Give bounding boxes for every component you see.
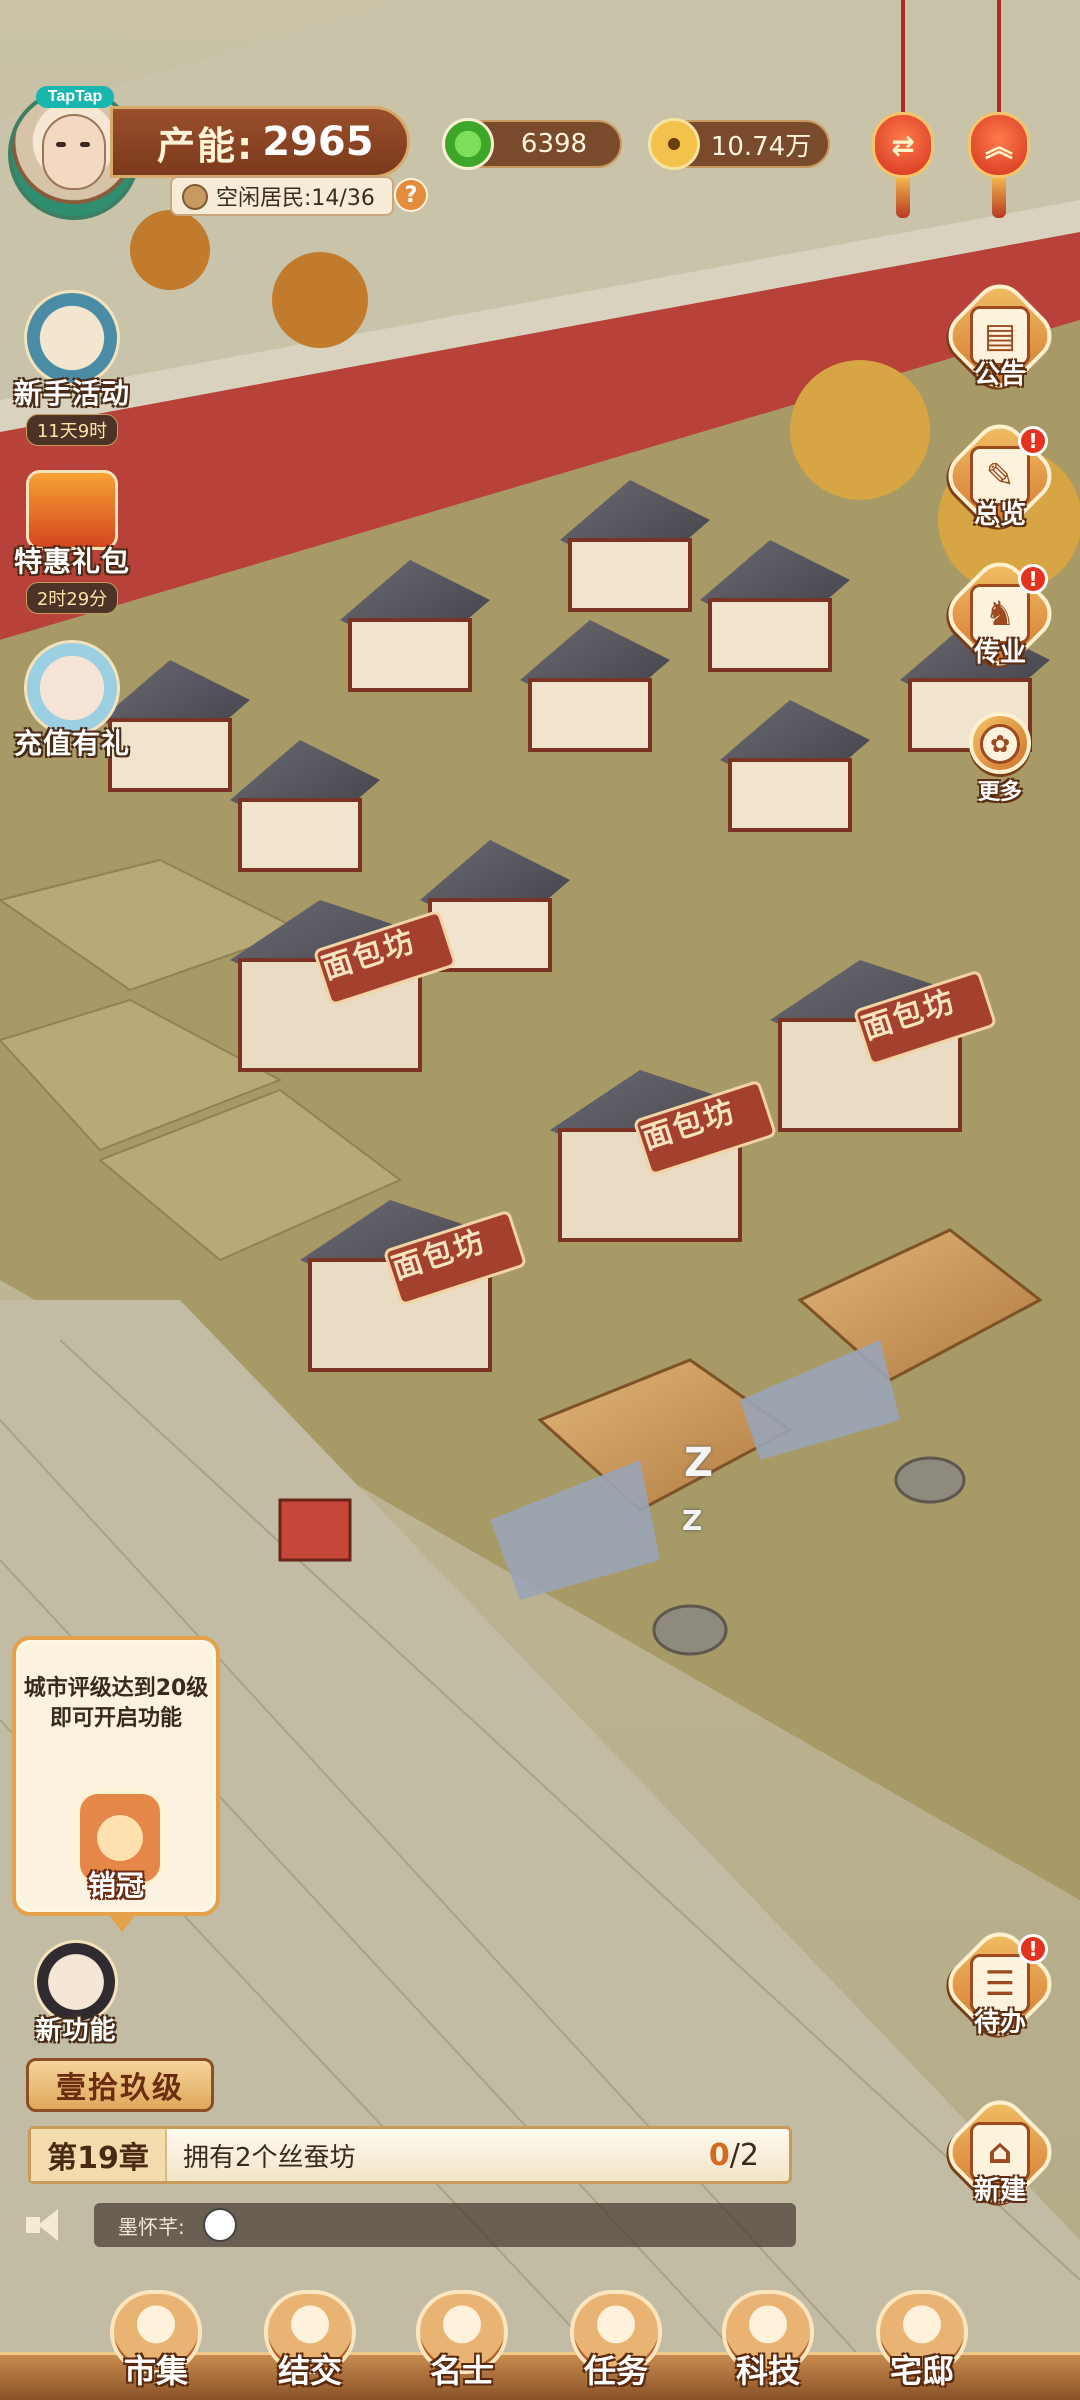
idle-residents-text: 空闲居民:14/36 xyxy=(216,186,375,211)
avatar-face xyxy=(42,114,106,190)
task-progress-total: /2 xyxy=(729,2137,759,2173)
new-feature-button[interactable]: 新功能 xyxy=(16,1940,136,2047)
newbie-event-timer: 11天9时 xyxy=(25,414,119,446)
chapter-label: 第19章 xyxy=(31,2129,167,2181)
avatar-eye xyxy=(80,142,90,147)
lantern-string xyxy=(901,0,905,120)
coin-amount: 10.74万 xyxy=(710,131,812,162)
nav-label: 任务 xyxy=(583,2352,648,2390)
chat-message[interactable]: 墨怀芊: xyxy=(94,2203,796,2247)
bottom-nav: 市集 结交 名士 任务 科技 宅邸 xyxy=(0,2290,1080,2400)
todo-label: 待办 xyxy=(973,2008,1026,2038)
flower-icon: ✿ xyxy=(980,724,1020,764)
alert-badge: ! xyxy=(1018,564,1048,594)
alert-badge: ! xyxy=(1018,1934,1048,1964)
lantern-tassel xyxy=(896,178,910,218)
card-pointer xyxy=(108,1914,136,1932)
inherit-button[interactable]: ! ♞ 传业 xyxy=(937,551,1063,677)
overview-button[interactable]: ! ✎ 总览 xyxy=(937,413,1063,539)
nav-label: 科技 xyxy=(735,2352,800,2390)
gift-chest-icon xyxy=(26,470,118,550)
jade-currency[interactable]: 6398 xyxy=(442,118,622,170)
locked-feature-card[interactable]: 城市评级达到20级 即可开启功能 销冠 xyxy=(12,1636,220,1932)
swap-lantern-button[interactable]: ⇄ xyxy=(868,0,938,220)
special-pack-button[interactable]: 特惠礼包 2时29分 xyxy=(8,470,136,614)
notice-button[interactable]: ▤ 公告 xyxy=(937,273,1063,399)
city-level-badge[interactable]: 壹拾玖级 xyxy=(26,2058,214,2112)
production-value: 2965 xyxy=(262,119,374,165)
chapter-task-bar[interactable]: 第19章 拥有2个丝蚕坊 0/2 xyxy=(28,2126,792,2184)
swap-icon: ⇄ xyxy=(872,112,934,178)
locked-feature-requirement: 城市评级达到20级 xyxy=(23,1676,209,1701)
lantern-tassel xyxy=(992,178,1006,218)
chat-speaker-name: 墨怀芊: xyxy=(118,2214,185,2239)
sleep-icon: Z xyxy=(684,1440,714,1486)
locked-feature-hint: 即可开启功能 xyxy=(49,1706,182,1731)
nav-friends[interactable]: 结交 xyxy=(250,2290,370,2400)
special-pack-label: 特惠礼包 xyxy=(13,545,130,578)
chevron-up-icon: ︽ xyxy=(968,112,1030,178)
nav-market[interactable]: 市集 xyxy=(96,2290,216,2400)
penguin-emoji-icon xyxy=(202,2208,237,2242)
task-description: 拥有2个丝蚕坊 xyxy=(183,2142,356,2173)
locked-feature-name: 销冠 xyxy=(87,1869,144,1902)
nav-tasks[interactable]: 任务 xyxy=(556,2290,676,2400)
speaker-icon[interactable] xyxy=(24,2205,68,2245)
idle-residents[interactable]: 空闲居民:14/36 xyxy=(170,176,394,216)
nav-label: 名士 xyxy=(429,2352,494,2390)
task-progress: 0/2 xyxy=(709,2138,759,2173)
lantern-string xyxy=(997,0,1001,120)
nav-label: 市集 xyxy=(123,2352,188,2390)
recharge-gift-label: 充值有礼 xyxy=(13,727,130,760)
nav-label: 宅邸 xyxy=(889,2352,954,2390)
nav-label: 结交 xyxy=(277,2352,342,2390)
resident-icon xyxy=(182,184,208,210)
task-progress-current: 0 xyxy=(708,2137,730,2173)
coin-icon xyxy=(648,118,700,170)
inherit-label: 传业 xyxy=(973,638,1026,668)
jade-amount: 6398 xyxy=(520,129,588,159)
todo-button[interactable]: ! ☰ 待办 xyxy=(937,1921,1063,2047)
nav-technology[interactable]: 科技 xyxy=(708,2290,828,2400)
coin-currency[interactable]: 10.74万 xyxy=(648,118,830,170)
collapse-lantern-button[interactable]: ︽ xyxy=(964,0,1034,220)
newbie-event-label: 新手活动 xyxy=(13,377,130,410)
nav-mansion[interactable]: 宅邸 xyxy=(862,2290,982,2400)
jade-icon xyxy=(442,118,494,170)
newbie-event-button[interactable]: 新手活动 11天9时 xyxy=(8,290,136,446)
special-pack-timer: 2时29分 xyxy=(25,582,119,614)
overview-label: 总览 xyxy=(973,500,1026,530)
city-scene xyxy=(0,0,1080,2400)
recharge-gift-button[interactable]: 充值有礼 xyxy=(8,640,136,762)
help-icon[interactable]: ? xyxy=(394,178,428,212)
new-feature-label: 新功能 xyxy=(35,2016,117,2046)
sleep-icon: Z xyxy=(682,1504,703,1537)
production-label: 产能: xyxy=(157,123,255,168)
build-label: 新建 xyxy=(973,2176,1026,2206)
nav-celebrities[interactable]: 名士 xyxy=(402,2290,522,2400)
notice-label: 公告 xyxy=(973,360,1026,390)
taptap-badge: TapTap xyxy=(36,86,114,108)
production-bar[interactable]: 产能: 2965 xyxy=(110,106,410,178)
more-label: 更多 xyxy=(977,780,1022,805)
more-button[interactable]: ✿ 更多 xyxy=(952,712,1048,806)
chat-bar[interactable]: 墨怀芊: xyxy=(24,2202,796,2248)
avatar-eye xyxy=(56,142,66,147)
alert-badge: ! xyxy=(1018,426,1048,456)
build-button[interactable]: ⌂ 新建 xyxy=(937,2089,1063,2215)
